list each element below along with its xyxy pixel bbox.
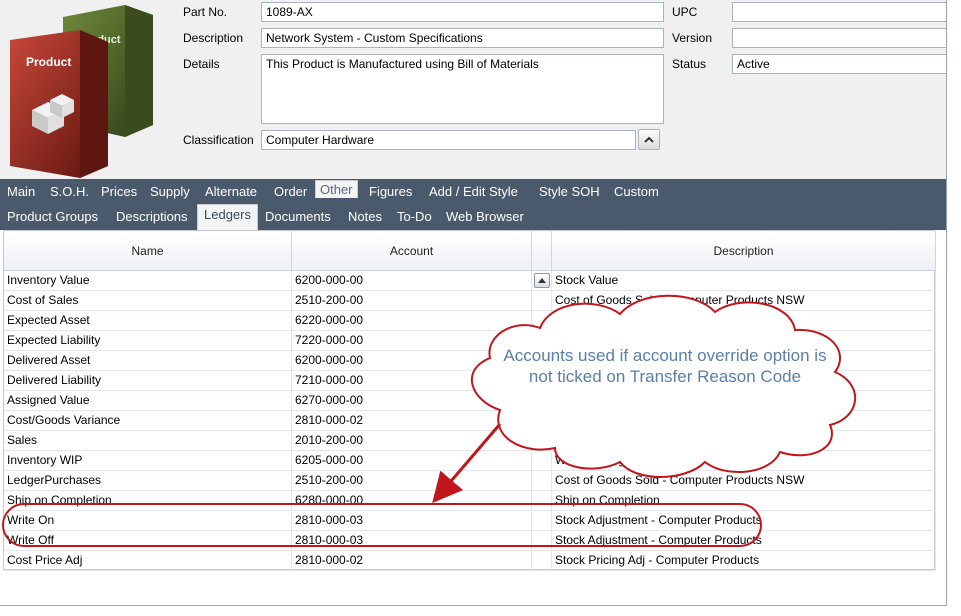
- tab-web-browser[interactable]: Web Browser: [446, 209, 524, 224]
- cell-description[interactable]: Stock Pricing Adj - Computer Products: [552, 551, 936, 571]
- product-window: Product Product Part No. 1089-AX Descrip…: [0, 0, 947, 606]
- details-field[interactable]: This Product is Manufactured using Bill …: [261, 54, 664, 124]
- product-box-red-label: Product: [26, 55, 71, 69]
- tab-style-soh[interactable]: Style SOH: [539, 184, 600, 199]
- status-field[interactable]: Active: [732, 54, 946, 74]
- cell-name[interactable]: Inventory WIP: [4, 451, 292, 471]
- cell-account[interactable]: 6200-000-00: [292, 271, 532, 291]
- callout-text: Accounts used if account override option…: [503, 346, 827, 386]
- description-label: Description: [183, 31, 244, 45]
- tab-to-do[interactable]: To-Do: [397, 209, 432, 224]
- table-row[interactable]: Inventory Value 6200-000-00 Stock Value: [4, 271, 936, 291]
- tab-prices[interactable]: Prices: [101, 184, 137, 199]
- chevron-up-icon: [538, 278, 546, 283]
- column-header-account[interactable]: Account: [292, 231, 532, 271]
- tab-custom[interactable]: Custom: [614, 184, 659, 199]
- version-field[interactable]: [732, 28, 946, 48]
- tab-order[interactable]: Order: [274, 184, 307, 199]
- cell-name[interactable]: Delivered Liability: [4, 371, 292, 391]
- classification-expand-button[interactable]: [638, 129, 660, 150]
- tab-soh[interactable]: S.O.H.: [50, 184, 89, 199]
- cell-account[interactable]: 2810-000-02: [292, 551, 532, 571]
- classification-field[interactable]: Computer Hardware: [261, 130, 636, 150]
- cell-spacer: [532, 551, 552, 571]
- tab-bar: Main S.O.H. Prices Supply Alternate Orde…: [0, 179, 946, 230]
- details-label: Details: [183, 57, 220, 71]
- cell-name[interactable]: Expected Asset: [4, 311, 292, 331]
- product-header: Product Product Part No. 1089-AX Descrip…: [0, 0, 946, 179]
- column-header-description[interactable]: Description: [552, 231, 936, 271]
- tab-alternate[interactable]: Alternate: [205, 184, 257, 199]
- product-box-red-image: Product: [10, 30, 108, 178]
- upc-label: UPC: [672, 5, 698, 19]
- callout-cloud: [432, 294, 856, 504]
- cell-name[interactable]: Inventory Value: [4, 271, 292, 291]
- status-label: Status: [672, 57, 707, 71]
- cell-name[interactable]: Cost/Goods Variance: [4, 411, 292, 431]
- tab-product-groups[interactable]: Product Groups: [7, 209, 98, 224]
- tab-documents[interactable]: Documents: [265, 209, 331, 224]
- upc-field[interactable]: [732, 2, 946, 22]
- cell-name[interactable]: Sales: [4, 431, 292, 451]
- column-header-spacer: [532, 231, 552, 271]
- tab-supply[interactable]: Supply: [150, 184, 190, 199]
- cell-name[interactable]: Cost of Sales: [4, 291, 292, 311]
- cell-name[interactable]: LedgerPurchases: [4, 471, 292, 491]
- highlight-ellipse: [2, 503, 762, 547]
- tab-notes[interactable]: Notes: [348, 209, 382, 224]
- cell-name[interactable]: Cost Price Adj: [4, 551, 292, 571]
- cell-description[interactable]: Stock Value: [552, 271, 936, 291]
- part-no-field[interactable]: 1089-AX: [261, 2, 664, 22]
- cell-name[interactable]: Assigned Value: [4, 391, 292, 411]
- version-label: Version: [672, 31, 713, 45]
- chevron-up-icon: [644, 136, 654, 143]
- part-no-label: Part No.: [183, 5, 228, 19]
- tab-other[interactable]: Other: [315, 180, 358, 198]
- row-lookup-button[interactable]: [534, 273, 550, 288]
- description-field[interactable]: Network System - Custom Specifications: [261, 28, 664, 48]
- column-header-name[interactable]: Name: [4, 231, 292, 271]
- tab-main[interactable]: Main: [7, 184, 35, 199]
- table-row[interactable]: Cost Price Adj 2810-000-02 Stock Pricing A…: [4, 551, 936, 571]
- cell-name[interactable]: Delivered Asset: [4, 351, 292, 371]
- cell-name[interactable]: Expected Liability: [4, 331, 292, 351]
- tab-ledgers[interactable]: Ledgers: [197, 204, 258, 230]
- tab-descriptions[interactable]: Descriptions: [116, 209, 188, 224]
- tab-add-edit-style[interactable]: Add / Edit Style: [429, 184, 518, 199]
- classification-label: Classification: [183, 133, 254, 147]
- tab-figures[interactable]: Figures: [369, 184, 412, 199]
